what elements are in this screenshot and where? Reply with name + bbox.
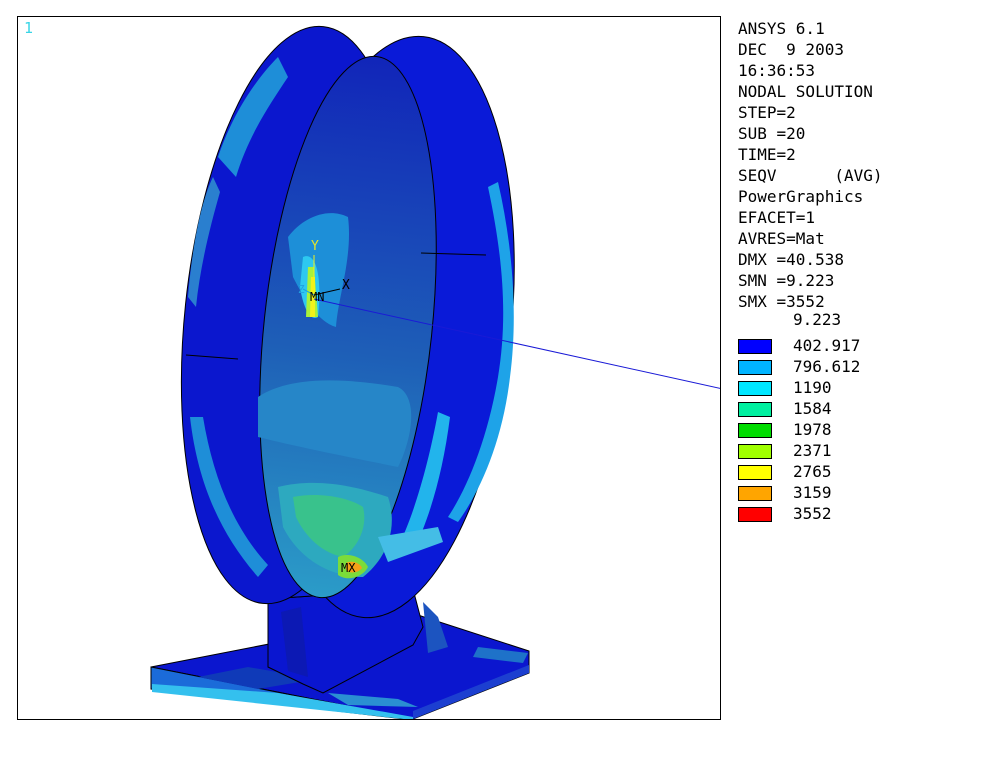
y-axis-label: Y xyxy=(311,239,319,254)
info-line: AVRES=Mat xyxy=(738,229,825,248)
info-line: TIME=2 xyxy=(738,145,796,164)
z-axis-label: Z xyxy=(298,283,305,296)
info-line: SMN =9.223 xyxy=(738,271,835,290)
info-line: STEP=2 xyxy=(738,103,796,122)
info-line: NODAL SOLUTION xyxy=(738,82,873,101)
info-line: ANSYS 6.1 xyxy=(738,19,825,38)
legend-value: 2765 xyxy=(793,462,832,481)
max-marker: MX xyxy=(341,561,356,575)
info-line: DEC 9 2003 xyxy=(738,40,844,59)
x-axis-label: X xyxy=(342,278,350,293)
min-marker: MN xyxy=(310,290,324,304)
legend-value: 3552 xyxy=(793,504,832,523)
legend-swatch xyxy=(738,423,772,438)
info-line: 16:36:53 xyxy=(738,61,816,80)
legend-swatch xyxy=(738,465,772,480)
model-plot: Y X Z MN MX xyxy=(150,25,720,719)
legend-swatch xyxy=(738,402,772,417)
legend-min-value: 9.223 xyxy=(793,310,842,329)
legend-value: 402.917 xyxy=(793,336,861,355)
legend-value: 3159 xyxy=(793,483,832,502)
info-panel: ANSYS 6.1 DEC 9 2003 16:36:53 NODAL SOLU… xyxy=(738,18,883,312)
legend-value: 1584 xyxy=(793,399,832,418)
legend-swatch xyxy=(738,360,772,375)
legend-swatch xyxy=(738,507,772,522)
legend-swatch xyxy=(738,444,772,459)
info-line: PowerGraphics xyxy=(738,187,864,206)
legend-value: 796.612 xyxy=(793,357,861,376)
info-line: DMX =40.538 xyxy=(738,250,844,269)
info-line: SEQV (AVG) xyxy=(738,166,883,185)
legend-value: 1190 xyxy=(793,378,832,397)
info-line: SMX =3552 xyxy=(738,292,825,311)
legend-swatch xyxy=(738,486,772,501)
info-line: EFACET=1 xyxy=(738,208,816,227)
legend-swatch xyxy=(738,381,772,396)
legend-swatch xyxy=(738,339,772,354)
graphics-window[interactable]: 1 Y X Z MN MX xyxy=(17,16,721,720)
info-line: SUB =20 xyxy=(738,124,806,143)
legend-value: 2371 xyxy=(793,441,832,460)
legend-value: 1978 xyxy=(793,420,832,439)
